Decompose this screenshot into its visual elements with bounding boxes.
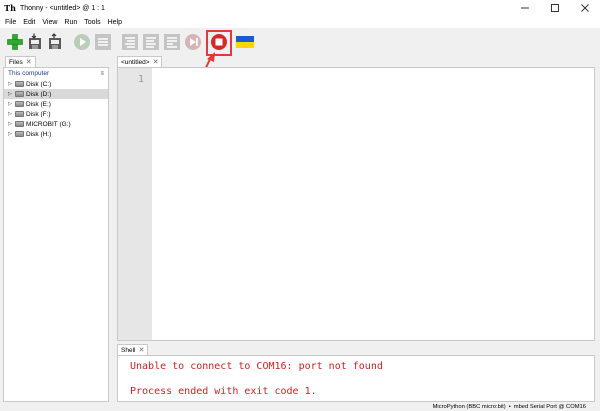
drive-icon	[15, 111, 24, 117]
file-item-microbit-g[interactable]: ▷ MICROBIT (G:)	[4, 119, 108, 129]
window-controls	[510, 0, 600, 16]
file-item-label: Disk (H:)	[26, 130, 52, 138]
file-item-label: Disk (F:)	[26, 110, 51, 118]
file-item-disk-h[interactable]: ▷ Disk (H:)	[4, 129, 108, 139]
drive-icon	[15, 101, 24, 107]
menu-tools[interactable]: Tools	[84, 19, 100, 26]
ukraine-flag-button[interactable]	[235, 32, 255, 52]
expand-arrow-icon[interactable]: ▷	[8, 111, 14, 117]
menu-help[interactable]: Help	[108, 19, 122, 26]
step-into-button[interactable]	[141, 32, 161, 52]
maximize-icon	[551, 4, 559, 12]
menu-view[interactable]: View	[42, 19, 57, 26]
expand-arrow-icon[interactable]: ▷	[8, 91, 14, 97]
toolbar	[0, 28, 600, 56]
tab-shell-label: Shell	[121, 346, 136, 354]
file-item-label: Disk (E:)	[26, 100, 51, 108]
status-info[interactable]: MicroPython (BBC micro:bit) • mbed Seria…	[433, 402, 586, 411]
run-icon	[74, 34, 90, 50]
file-item-disk-d[interactable]: ▷ Disk (D:)	[4, 89, 108, 99]
expand-arrow-icon[interactable]: ▷	[8, 121, 14, 127]
file-item-disk-c[interactable]: ▷ Disk (C:)	[4, 79, 108, 89]
drive-icon	[15, 121, 24, 127]
save-button[interactable]	[45, 32, 65, 52]
drive-icon	[15, 131, 24, 137]
drive-icon	[15, 91, 24, 97]
thonny-logo-icon: Th	[4, 3, 16, 13]
run-button[interactable]	[72, 32, 92, 52]
line-number-gutter: 1	[118, 68, 152, 340]
line-number: 1	[137, 74, 144, 85]
menu-edit[interactable]: Edit	[23, 19, 35, 26]
new-icon	[7, 34, 23, 50]
maximize-button[interactable]	[540, 0, 570, 16]
expand-arrow-icon[interactable]: ▷	[8, 101, 14, 107]
file-item-disk-e[interactable]: ▷ Disk (E:)	[4, 99, 108, 109]
file-item-label: MICROBIT (G:)	[26, 120, 71, 128]
debug-icon	[95, 34, 111, 50]
expand-arrow-icon[interactable]: ▷	[8, 131, 14, 137]
save-icon	[49, 33, 61, 49]
tab-shell[interactable]: Shell ✕	[117, 344, 149, 355]
step-into-icon	[143, 34, 159, 50]
files-panel: This computer ≡ ▷ Disk (C:) ▷ Disk (D:) …	[3, 67, 109, 402]
close-icon[interactable]: ✕	[138, 346, 144, 354]
shell-panel[interactable]: Unable to connect to COM16: port not fou…	[117, 355, 595, 402]
open-icon	[29, 33, 41, 49]
shell-error-line: Unable to connect to COM16: port not fou…	[130, 361, 383, 372]
menu-icon[interactable]: ≡	[100, 71, 104, 77]
tab-files[interactable]: Files ✕	[5, 56, 36, 67]
file-item-disk-f[interactable]: ▷ Disk (F:)	[4, 109, 108, 119]
menu-bar: File Edit View Run Tools Help	[0, 16, 600, 28]
step-over-icon	[122, 34, 138, 50]
port-label: mbed Serial Port @ COM16	[513, 403, 586, 410]
file-item-label: Disk (C:)	[26, 80, 52, 88]
code-editor[interactable]: 1	[117, 67, 595, 341]
step-out-icon	[164, 34, 180, 50]
tab-untitled[interactable]: <untitled> ✕	[117, 56, 163, 67]
close-button[interactable]	[570, 0, 600, 16]
status-separator: •	[508, 403, 511, 410]
step-over-button[interactable]	[120, 32, 140, 52]
new-button[interactable]	[5, 32, 25, 52]
debug-button[interactable]	[93, 32, 113, 52]
close-icon	[581, 4, 589, 12]
files-header-label: This computer	[8, 70, 50, 77]
close-icon[interactable]: ✕	[26, 58, 32, 66]
drive-icon	[15, 81, 24, 87]
menu-run[interactable]: Run	[64, 19, 77, 26]
file-item-label: Disk (D:)	[26, 90, 52, 98]
step-out-button[interactable]	[162, 32, 182, 52]
window-title: Thonny - <untitled> @ 1 : 1	[20, 4, 105, 12]
minimize-button[interactable]	[510, 0, 540, 16]
close-icon[interactable]: ✕	[153, 58, 159, 66]
status-bar: MicroPython (BBC micro:bit) • mbed Seria…	[0, 402, 600, 411]
title-bar: Th Thonny - <untitled> @ 1 : 1	[0, 0, 600, 16]
resume-icon	[185, 34, 201, 50]
minimize-icon	[521, 7, 529, 9]
ukraine-flag-icon	[236, 36, 254, 48]
interpreter-label: MicroPython (BBC micro:bit)	[432, 403, 506, 410]
files-pane: Files ✕ This computer ≡ ▷ Disk (C:) ▷ Di…	[3, 56, 109, 402]
tab-untitled-label: <untitled>	[121, 58, 150, 66]
files-header: This computer ≡	[4, 68, 108, 79]
resume-button[interactable]	[183, 32, 203, 52]
shell-exit-line: Process ended with exit code 1.	[130, 386, 317, 397]
menu-file[interactable]: File	[5, 19, 16, 26]
open-button[interactable]	[25, 32, 45, 52]
expand-arrow-icon[interactable]: ▷	[8, 81, 14, 87]
tab-files-label: Files	[9, 58, 23, 66]
